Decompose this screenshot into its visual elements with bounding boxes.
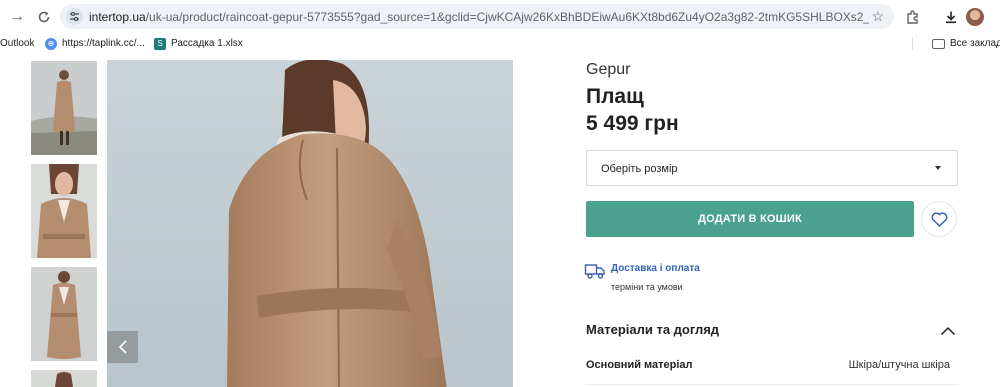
all-bookmarks-label: Все заклад <box>950 38 1000 49</box>
all-bookmarks[interactable]: Все заклад <box>932 36 1000 52</box>
product-main-image <box>107 60 513 387</box>
materials-divider <box>586 384 958 385</box>
bookmark-label: https://taplink.cc/... <box>62 38 145 49</box>
bookmark-xlsx[interactable]: S Рассадка 1.xlsx <box>154 36 243 52</box>
browser-toolbar: → intertop.ua/uk-ua/product/raincoat-gep… <box>0 0 1000 33</box>
url-domain: intertop.ua <box>89 10 146 24</box>
bookmark-star-icon[interactable]: ☆ <box>871 8 884 25</box>
previous-image-button[interactable] <box>107 331 138 363</box>
bookmark-label: Рассадка 1.xlsx <box>171 38 243 49</box>
product-thumbnail[interactable] <box>31 61 97 155</box>
bookmark-taplink[interactable]: ⊕ https://taplink.cc/... <box>45 36 145 52</box>
material-label: Основний матеріал <box>586 359 693 371</box>
product-price: 5 499 грн <box>586 112 679 135</box>
material-value: Шкіра/штучна шкіра <box>848 359 950 371</box>
reload-icon[interactable] <box>33 6 55 28</box>
url-text[interactable]: intertop.ua/uk-ua/product/raincoat-gepur… <box>89 10 869 24</box>
globe-icon: ⊕ <box>45 38 57 50</box>
add-to-cart-button[interactable]: ДОДАТИ В КОШИК <box>586 201 914 237</box>
url-path: /uk-ua/product/raincoat-gepur-5773555?ga… <box>145 10 869 24</box>
delivery-payment-link[interactable]: Доставка і оплата <box>611 263 700 275</box>
chevron-up-icon[interactable] <box>940 323 956 341</box>
delivery-subtitle: терміни та умови <box>611 282 683 292</box>
thumbnail-image <box>31 267 97 361</box>
extensions-icon[interactable] <box>902 6 924 28</box>
bookmarks-divider <box>912 37 913 50</box>
bookmarks-bar: Outlook ⊕ https://taplink.cc/... S Расса… <box>0 33 1000 53</box>
size-select-placeholder: Оберіть розмір <box>601 163 678 175</box>
thumbnail-image <box>31 61 97 155</box>
bookmark-label: Outlook <box>0 38 35 49</box>
address-bar[interactable]: intertop.ua/uk-ua/product/raincoat-gepur… <box>60 4 894 29</box>
product-thumbnail[interactable] <box>31 164 97 258</box>
size-select[interactable]: Оберіть розмір <box>586 150 958 186</box>
product-title: Плащ <box>586 85 644 108</box>
heart-icon <box>931 211 947 227</box>
materials-care-heading[interactable]: Матеріали та догляд <box>586 322 719 338</box>
site-settings-icon[interactable] <box>66 8 83 25</box>
thumbnail-image <box>31 164 97 258</box>
caret-down-icon <box>935 166 941 170</box>
profile-avatar[interactable] <box>966 8 984 26</box>
product-thumbnail[interactable] <box>31 370 97 387</box>
thumbnail-image <box>31 370 97 387</box>
product-thumbnail[interactable] <box>31 267 97 361</box>
product-brand[interactable]: Gepur <box>586 61 630 79</box>
wishlist-button[interactable] <box>921 201 957 237</box>
download-icon[interactable] <box>940 6 962 28</box>
bookmark-outlook[interactable]: Outlook <box>0 36 34 52</box>
delivery-truck-icon <box>584 262 606 285</box>
chevron-left-icon <box>118 340 127 354</box>
folder-icon <box>932 39 945 49</box>
spreadsheet-icon: S <box>154 38 166 50</box>
forward-arrow-icon[interactable]: → <box>6 6 28 28</box>
